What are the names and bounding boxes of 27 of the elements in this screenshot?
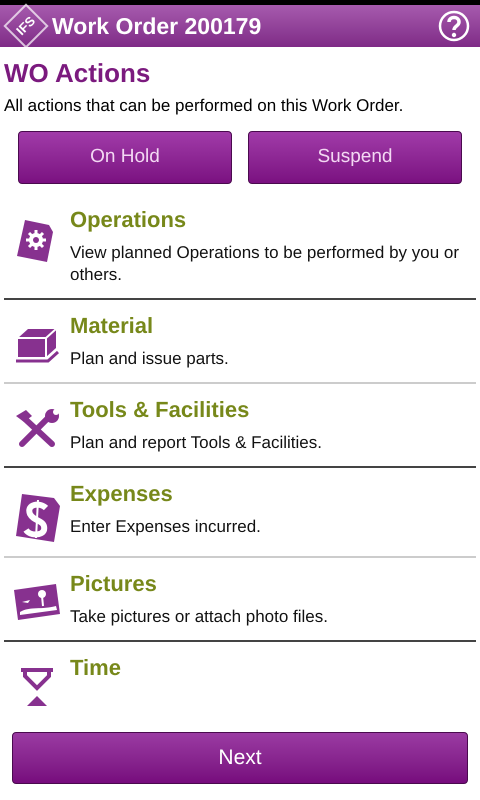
action-item[interactable]: Expenses Enter Expenses incurred. (4, 468, 476, 558)
page-description: All actions that can be performed on this Work Order. (3, 95, 404, 117)
action-title: Time (70, 654, 122, 682)
action-item[interactable]: Pictures Take pictures or attach photo files. (4, 558, 476, 642)
action-description: Plan and issue parts. (70, 348, 230, 370)
action-title: Expenses (70, 480, 174, 508)
action-description: View planned Operations to be performed by you or others. (70, 242, 460, 286)
action-title: Tools & Facilities (70, 396, 250, 424)
action-title: Pictures (70, 570, 158, 598)
app-logo: IFS (3, 3, 49, 49)
action-title: Material (70, 312, 154, 340)
action-description: Plan and report Tools & Facilities. (70, 432, 323, 454)
action-item[interactable]: Operations View planned Operations to be performed by you or others. (4, 194, 476, 300)
next-button[interactable]: Next (12, 732, 468, 784)
action-button[interactable]: On Hold (18, 131, 232, 184)
window-title: Work Order 200179 (52, 12, 262, 41)
action-item[interactable]: Material Plan and issue parts. (4, 300, 476, 384)
page-heading: WO Actions (3, 57, 152, 89)
action-button[interactable]: Suspend (248, 131, 462, 184)
action-title: Operations (70, 206, 188, 234)
action-description: Take pictures or attach photo files. (70, 606, 329, 628)
help-icon[interactable] (438, 10, 470, 42)
landscape-photo-icon (12, 582, 62, 622)
tools-icon (14, 408, 60, 450)
action-item[interactable]: Time (4, 642, 476, 720)
action-item[interactable]: Tools & Facilities Plan and report Tools & Facilities. (4, 384, 476, 468)
action-description: Enter Expenses incurred. (70, 516, 262, 538)
